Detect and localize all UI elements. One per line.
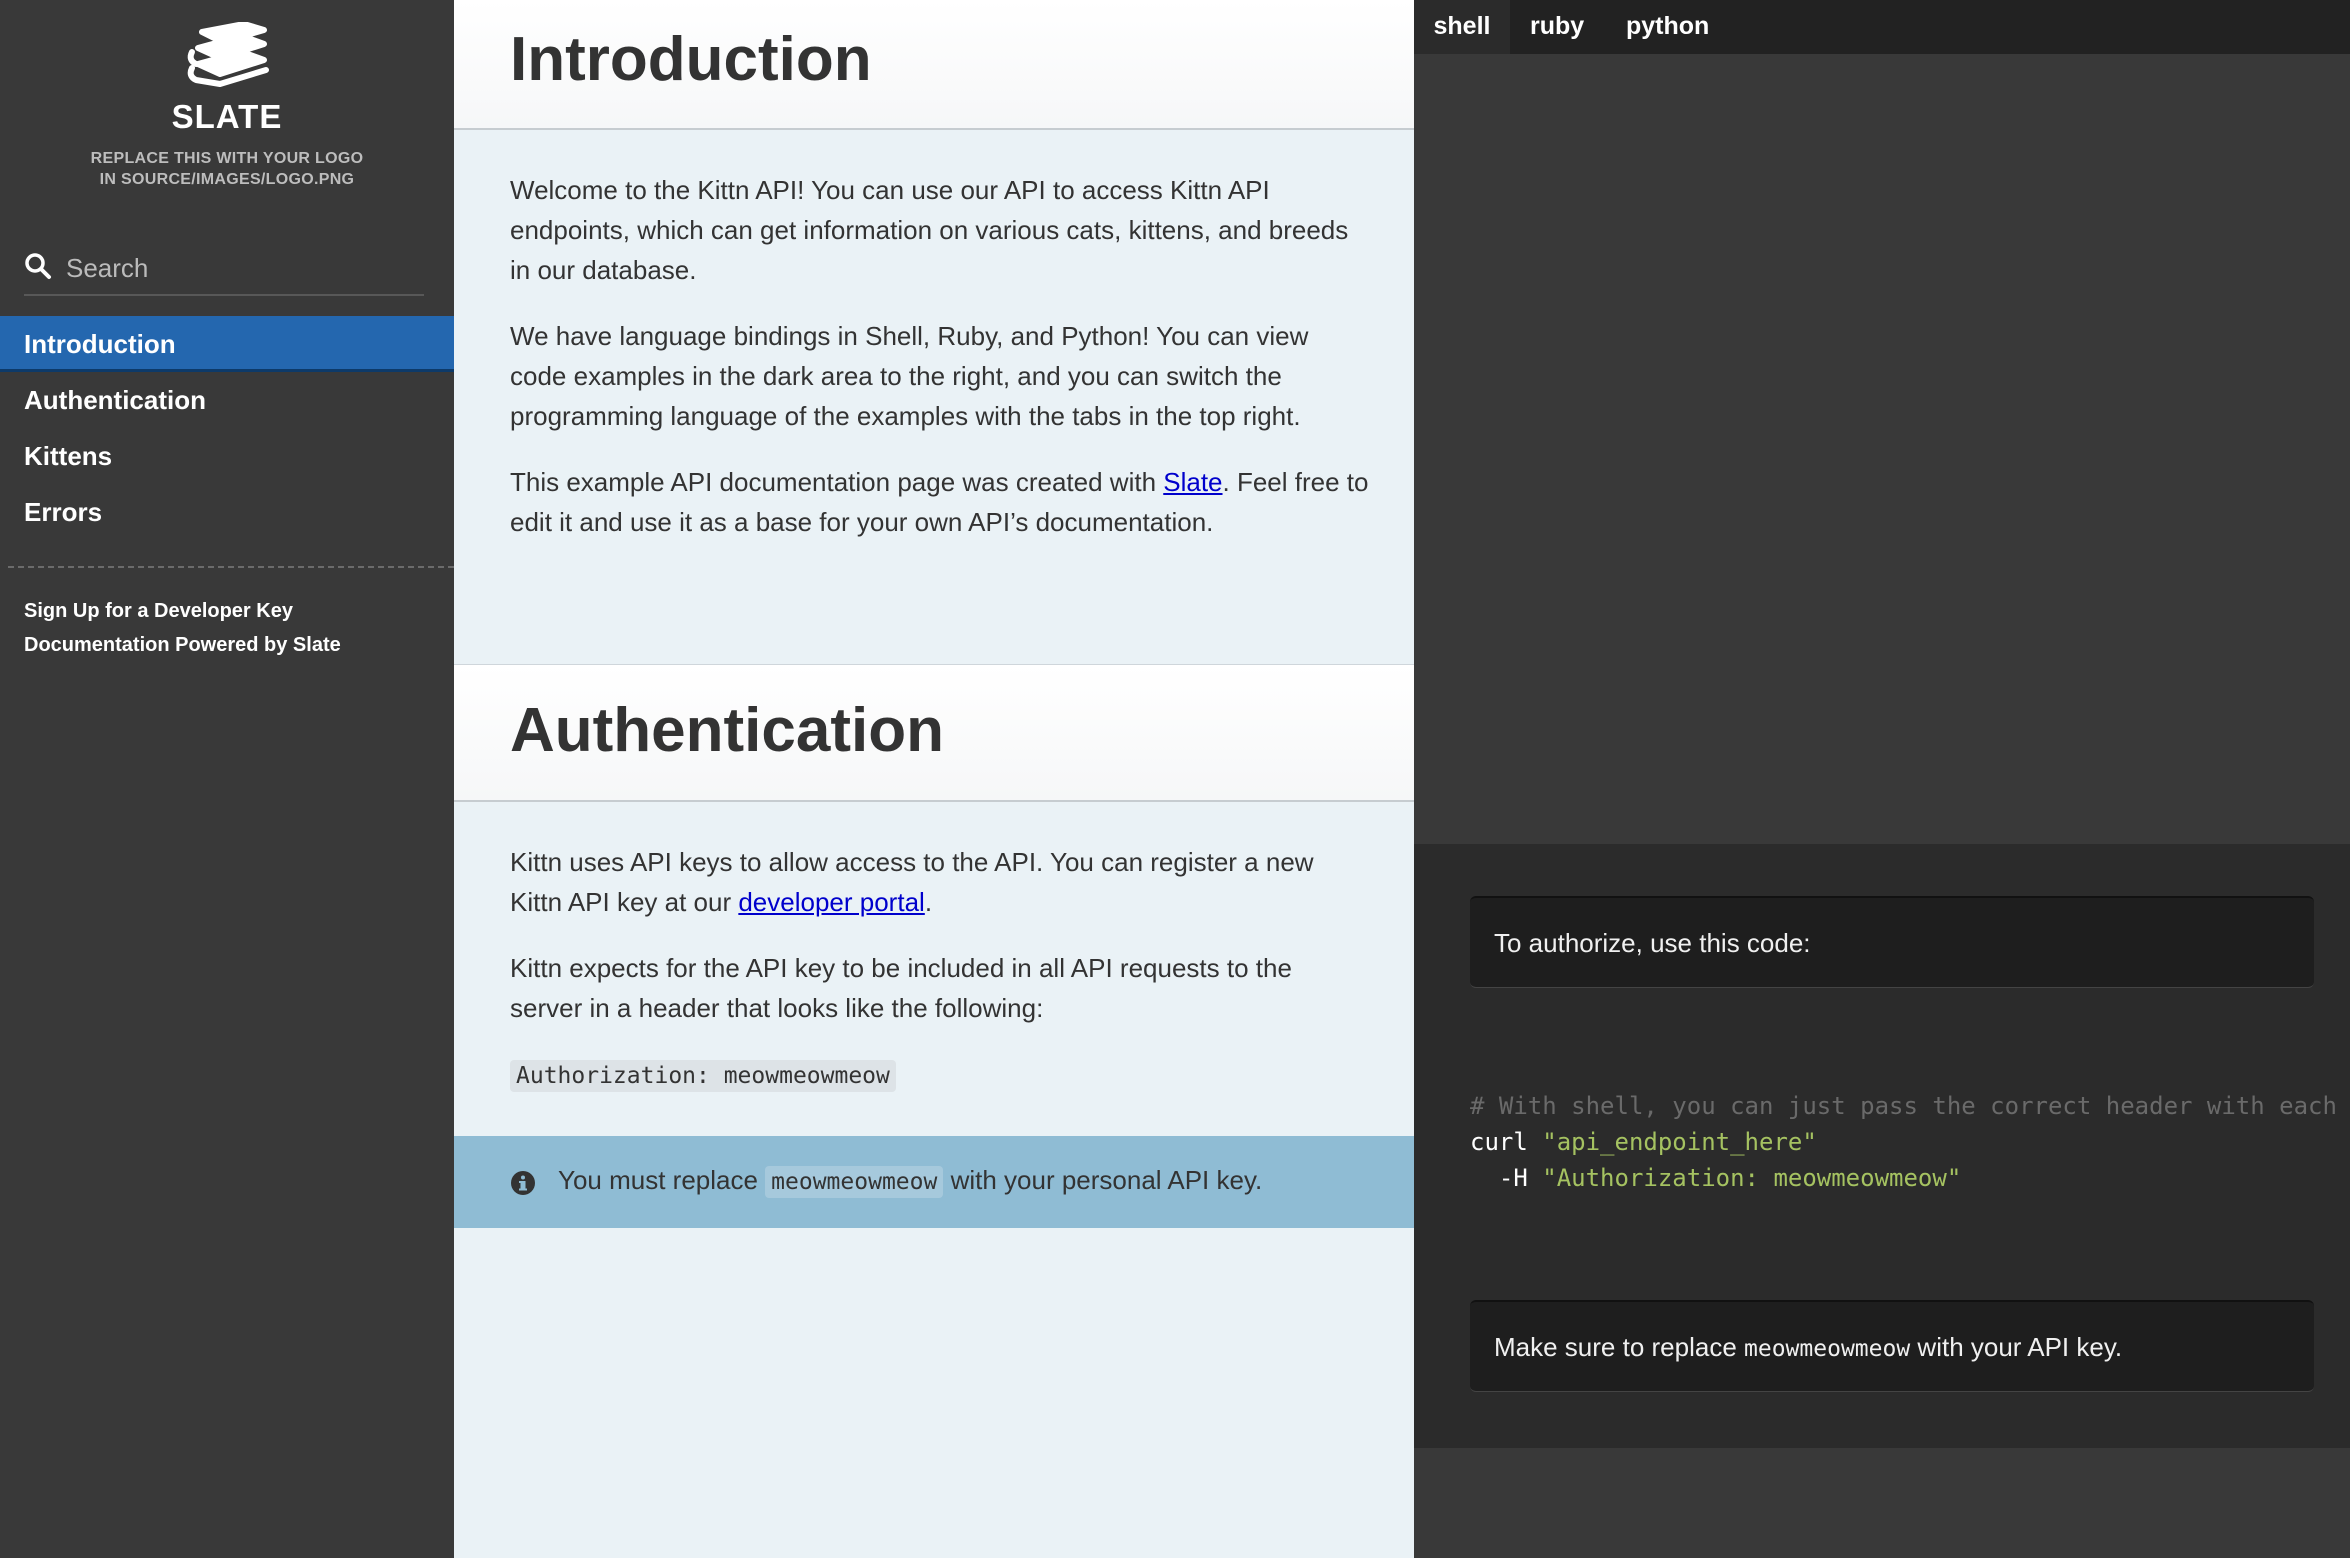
logo-subtitle-line: IN SOURCE/IMAGES/LOGO.PNG — [99, 171, 355, 188]
sidebar-footer: Sign Up for a Developer Key Documentatio… — [24, 594, 341, 662]
auth-paragraph: Kittn expects for the API key to be incl… — [510, 953, 1292, 1023]
search-box — [24, 246, 424, 296]
books-logo-icon — [187, 22, 269, 87]
auth-header-example: Authorization: meowmeowmeow — [510, 1054, 1370, 1096]
code-aside: To authorize, use this code: — [1470, 896, 2314, 988]
powered-by-slate-link[interactable]: Documentation Powered by Slate — [24, 628, 341, 662]
tab-ruby[interactable]: ruby — [1530, 0, 1584, 54]
table-of-contents: Introduction Authentication Kittens Erro… — [0, 316, 454, 540]
aside-text: with your API key. — [1910, 1332, 2123, 1362]
header-code: Authorization: meowmeowmeow — [510, 1060, 896, 1092]
developer-portal-link[interactable]: developer portal — [738, 887, 924, 917]
tab-shell[interactable]: shell — [1414, 0, 1510, 54]
code-panel: shell ruby python To authorize, use this… — [1414, 0, 2350, 1558]
intro-paragraph: This example API documentation page was … — [510, 462, 1370, 542]
sidebar-divider — [8, 566, 454, 568]
code-string: "Authorization: meowmeowmeow" — [1542, 1164, 1962, 1192]
developer-key-link[interactable]: Sign Up for a Developer Key — [24, 594, 341, 628]
introduction-heading: Introduction — [454, 0, 1414, 130]
logo-subtitle-line: REPLACE THIS WITH YOUR LOGO — [90, 150, 364, 167]
auth-text: . — [924, 887, 933, 917]
code-flag: -H — [1470, 1164, 1543, 1192]
intro-paragraph: We have language bindings in Shell, Ruby… — [510, 321, 1309, 431]
logo-subtitle: REPLACE THIS WITH YOUR LOGO IN SOURCE/IM… — [0, 148, 454, 190]
tab-python[interactable]: python — [1626, 0, 1709, 54]
toc-item-introduction[interactable]: Introduction — [0, 316, 454, 372]
code-string: "api_endpoint_here" — [1542, 1128, 1817, 1156]
notice-text-part: You must replace — [558, 1165, 766, 1195]
code-comment: # With shell, you can just pass the corr… — [1470, 1092, 2337, 1120]
toc-item-kittens[interactable]: Kittens — [0, 428, 454, 484]
code-command: curl — [1470, 1128, 1543, 1156]
intro-text: This example API documentation page was … — [510, 467, 1164, 497]
search-input[interactable] — [64, 250, 418, 286]
auth-paragraph: Kittn uses API keys to allow access to t… — [510, 842, 1370, 922]
notice-box: You must replace meowmeowmeow with your … — [454, 1136, 1414, 1228]
toc-item-errors[interactable]: Errors — [0, 484, 454, 540]
authentication-heading: Authentication — [454, 664, 1414, 802]
code-aside: Make sure to replace meowmeowmeow with y… — [1470, 1300, 2314, 1392]
slate-link[interactable]: Slate — [1163, 467, 1222, 497]
info-icon — [511, 1171, 535, 1195]
notice-text: You must replace meowmeowmeow with your … — [558, 1160, 1262, 1202]
toc-item-authentication[interactable]: Authentication — [0, 372, 454, 428]
logo[interactable]: SLATE REPLACE THIS WITH YOUR LOGO IN SOU… — [0, 22, 454, 190]
logo-title: SLATE — [171, 98, 283, 135]
intro-paragraph: Welcome to the Kittn API! You can use ou… — [510, 175, 1349, 285]
aside-text: Make sure to replace — [1494, 1332, 1745, 1362]
aside-code: meowmeowmeow — [1744, 1336, 1911, 1362]
code-sample[interactable]: # With shell, you can just pass the corr… — [1470, 1088, 2350, 1196]
search-icon — [25, 253, 51, 279]
sidebar: SLATE REPLACE THIS WITH YOUR LOGO IN SOU… — [0, 0, 454, 1558]
notice-code: meowmeowmeow — [765, 1166, 944, 1198]
main-content: Introduction Welcome to the Kittn API! Y… — [454, 0, 1414, 1558]
language-tabs: shell ruby python — [1414, 0, 2350, 54]
notice-text-part: with your personal API key. — [943, 1165, 1263, 1195]
